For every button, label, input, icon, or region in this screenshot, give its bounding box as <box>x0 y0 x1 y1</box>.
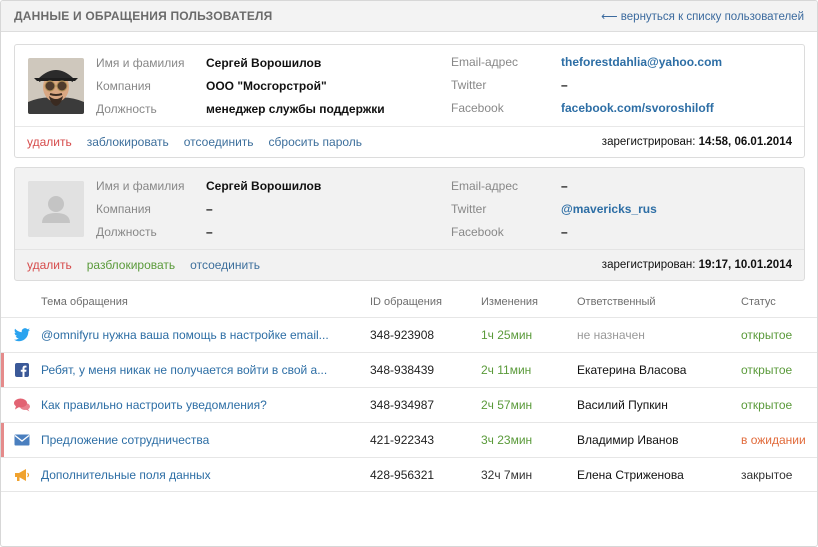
email-value: – <box>561 179 568 193</box>
user-details-panel: ДАННЫЕ И ОБРАЩЕНИЯ ПОЛЬЗОВАТЕЛЯ ⟵ вернут… <box>0 0 818 547</box>
ticket-subject-link[interactable]: Ребят, у меня никак не получается войти … <box>41 363 341 377</box>
ticket-id: 348-938439 <box>370 363 435 377</box>
twitter-label: Twitter <box>451 78 487 92</box>
ticket-assignee: Василий Пупкин <box>577 398 668 412</box>
registered-label: зарегистрирован: <box>601 136 696 148</box>
table-header: Тема обращения ID обращения Изменения От… <box>1 291 817 317</box>
facebook-link[interactable]: facebook.com/svoroshiloff <box>561 101 714 115</box>
email-label: Email-адрес <box>451 179 519 193</box>
column-assignee[interactable]: Ответственный <box>577 296 656 308</box>
user-card-blocked: Имя и фамилия Сергей Ворошилов Компания … <box>14 167 805 281</box>
chat-icon <box>14 398 30 412</box>
ticket-changed: 2ч 11мин <box>481 363 532 377</box>
ticket-subject-link[interactable]: Как правильно настроить уведомления? <box>41 398 341 412</box>
registered-date: 19:17, 10.01.2014 <box>698 259 792 271</box>
ticket-subject-link[interactable]: Дополнительные поля данных <box>41 468 341 482</box>
avatar-placeholder <box>28 181 84 237</box>
ticket-subject-link[interactable]: @omnifyru нужна ваша помощь в настройке … <box>41 328 341 342</box>
ticket-id: 348-934987 <box>370 398 435 412</box>
facebook-label: Facebook <box>451 101 504 115</box>
table-row[interactable]: Предложение сотрудничества 421-922343 3ч… <box>1 422 817 457</box>
twitter-label: Twitter <box>451 202 487 216</box>
back-to-users-link[interactable]: ⟵ вернуться к списку пользователей <box>601 9 804 23</box>
table-row[interactable]: Как правильно настроить уведомления? 348… <box>1 387 817 422</box>
ticket-id: 428-956321 <box>370 468 435 482</box>
position-label: Должность <box>96 102 157 116</box>
company-value: ООО "Мосгорстрой" <box>206 79 327 93</box>
user-card-active: Имя и фамилия Сергей Ворошилов Компания … <box>14 44 805 158</box>
registered-date: 14:58, 06.01.2014 <box>698 136 792 148</box>
twitter-link[interactable]: @mavericks_rus <box>561 202 657 216</box>
status-badge: закрытое <box>741 468 793 482</box>
table-row[interactable]: @omnifyru нужна ваша помощь в настройке … <box>1 317 817 352</box>
facebook-icon <box>15 363 29 377</box>
position-value: менеджер службы поддержки <box>206 102 385 116</box>
panel-header: ДАННЫЕ И ОБРАЩЕНИЯ ПОЛЬЗОВАТЕЛЯ ⟵ вернут… <box>1 1 817 32</box>
company-value: – <box>206 202 213 216</box>
company-label: Компания <box>96 79 151 93</box>
unblock-user-button[interactable]: разблокировать <box>87 258 175 272</box>
megaphone-icon <box>15 469 30 481</box>
column-id[interactable]: ID обращения <box>370 296 442 308</box>
email-label: Email-адрес <box>451 55 519 69</box>
twitter-icon <box>14 328 30 342</box>
table-row[interactable]: Дополнительные поля данных 428-956321 32… <box>1 457 817 492</box>
ticket-changed: 2ч 57мин <box>481 398 533 412</box>
name-value: Сергей Ворошилов <box>206 56 322 70</box>
ticket-changed: 3ч 23мин <box>481 433 533 447</box>
ticket-changed: 32ч 7мин <box>481 468 533 482</box>
reset-password-button[interactable]: сбросить пароль <box>269 135 363 149</box>
registered-info: зарегистрирован: 19:17, 10.01.2014 <box>602 259 792 271</box>
company-label: Компания <box>96 202 151 216</box>
disconnect-user-button[interactable]: отсоединить <box>184 135 254 149</box>
ticket-assignee: Екатерина Власова <box>577 363 687 377</box>
user-actions-bar: удалить разблокировать отсоединить зарег… <box>15 249 804 280</box>
registered-label: зарегистрирован: <box>601 259 696 271</box>
delete-user-button[interactable]: удалить <box>27 135 72 149</box>
ticket-id: 348-923908 <box>370 328 435 342</box>
table-row[interactable]: Ребят, у меня никак не получается войти … <box>1 352 817 387</box>
name-label: Имя и фамилия <box>96 56 185 70</box>
position-label: Должность <box>96 225 157 239</box>
user-actions-bar: удалить заблокировать отсоединить сброси… <box>15 126 804 157</box>
status-badge: открытое <box>741 328 793 342</box>
ticket-id: 421-922343 <box>370 433 435 447</box>
tickets-table: Тема обращения ID обращения Изменения От… <box>1 291 817 492</box>
ticket-changed: 1ч 25мин <box>481 328 533 342</box>
twitter-value: – <box>561 78 568 92</box>
ticket-assignee: Елена Стриженова <box>577 468 684 482</box>
column-subject[interactable]: Тема обращения <box>41 296 128 308</box>
user-avatar <box>28 58 84 114</box>
ticket-assignee: Владимир Иванов <box>577 433 679 447</box>
facebook-value: – <box>561 225 568 239</box>
facebook-label: Facebook <box>451 225 504 239</box>
mail-icon <box>14 434 30 446</box>
name-label: Имя и фамилия <box>96 179 185 193</box>
name-value: Сергей Ворошилов <box>206 179 322 193</box>
page-title: ДАННЫЕ И ОБРАЩЕНИЯ ПОЛЬЗОВАТЕЛЯ <box>14 9 273 23</box>
ticket-assignee: не назначен <box>577 328 645 342</box>
column-changes[interactable]: Изменения <box>481 296 538 308</box>
user-silhouette-icon <box>28 181 84 237</box>
column-status[interactable]: Статус <box>741 296 776 308</box>
disconnect-user-button[interactable]: отсоединить <box>190 258 260 272</box>
email-link[interactable]: theforestdahlia@yahoo.com <box>561 55 722 69</box>
ticket-subject-link[interactable]: Предложение сотрудничества <box>41 433 341 447</box>
status-badge: открытое <box>741 398 793 412</box>
registered-info: зарегистрирован: 14:58, 06.01.2014 <box>602 136 792 148</box>
status-badge: открытое <box>741 363 793 377</box>
position-value: – <box>206 225 213 239</box>
status-badge: в ожидании <box>741 433 806 447</box>
block-user-button[interactable]: заблокировать <box>87 135 169 149</box>
delete-user-button[interactable]: удалить <box>27 258 72 272</box>
